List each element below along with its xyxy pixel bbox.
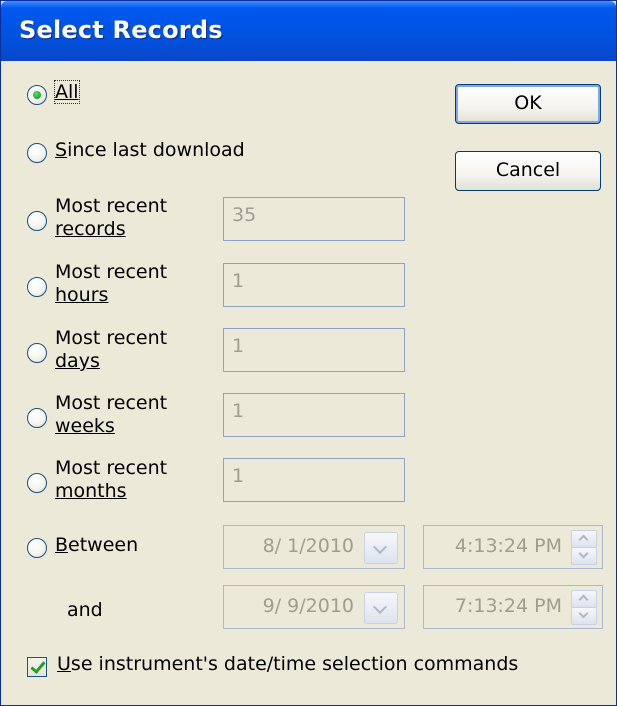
label-and: and	[67, 599, 103, 621]
start-time-picker[interactable]: 4:13:24 PM	[423, 525, 603, 569]
months-count-field[interactable]: 1	[223, 458, 405, 502]
ok-button[interactable]: OK	[455, 84, 601, 124]
label-use-rest: se instrument's date/time selection comm…	[70, 653, 519, 675]
label-most-recent-days[interactable]: Most recent days	[55, 327, 167, 373]
label-days-line1: Most recent	[55, 327, 168, 349]
label-hours-line2: hours	[55, 284, 109, 306]
start-date-value: 8/ 1/2010	[262, 535, 354, 557]
use-instrument-commands-checkbox[interactable]	[27, 657, 47, 677]
label-weeks-line1: Most recent	[55, 392, 168, 414]
radio-most-recent-days[interactable]	[27, 343, 47, 363]
title-bar[interactable]: Select Records	[1, 1, 616, 61]
end-date-value: 9/ 9/2010	[262, 595, 354, 617]
chevron-down-icon[interactable]	[364, 592, 398, 624]
label-weeks-line2: weeks	[55, 415, 115, 437]
label-use-instrument-commands[interactable]: Use instrument's date/time selection com…	[57, 653, 518, 675]
end-time-picker[interactable]: 7:13:24 PM	[423, 585, 603, 629]
days-count-field[interactable]: 1	[223, 328, 405, 372]
radio-most-recent-hours[interactable]	[27, 277, 47, 297]
spin-up-icon[interactable]	[571, 590, 597, 608]
spin-down-icon[interactable]	[571, 607, 597, 625]
label-between[interactable]: Between	[55, 534, 138, 556]
label-since-last-download[interactable]: Since last download	[55, 139, 245, 161]
radio-since-last-download[interactable]	[27, 143, 47, 163]
label-records-line1: Most recent	[55, 195, 168, 217]
label-between-accel: B	[55, 534, 69, 556]
label-most-recent-months[interactable]: Most recent months	[55, 457, 167, 503]
label-since-rest: ince last download	[67, 139, 245, 161]
label-months-line1: Most recent	[55, 457, 168, 479]
hours-count-field[interactable]: 1	[223, 263, 405, 307]
weeks-count-field[interactable]: 1	[223, 393, 405, 437]
label-use-accel: U	[57, 653, 71, 675]
label-most-recent-weeks[interactable]: Most recent weeks	[55, 392, 167, 438]
end-date-picker[interactable]: 9/ 9/2010	[223, 585, 405, 629]
select-records-dialog: Select Records All Since last download M…	[0, 0, 617, 706]
start-date-picker[interactable]: 8/ 1/2010	[223, 525, 405, 569]
radio-most-recent-weeks[interactable]	[27, 408, 47, 428]
label-most-recent-hours[interactable]: Most recent hours	[55, 261, 167, 307]
label-since-accel: S	[55, 139, 68, 161]
radio-all[interactable]	[27, 85, 47, 105]
end-time-value: 7:13:24 PM	[454, 595, 562, 617]
chevron-down-icon[interactable]	[364, 532, 398, 564]
spin-up-icon[interactable]	[571, 530, 597, 548]
end-time-spinner[interactable]	[571, 590, 597, 625]
start-time-value: 4:13:24 PM	[454, 535, 562, 557]
label-between-rest: etween	[68, 534, 139, 556]
start-time-spinner[interactable]	[571, 530, 597, 565]
label-records-line2: records	[55, 218, 126, 240]
label-months-line2: months	[55, 480, 127, 502]
radio-most-recent-records[interactable]	[27, 211, 47, 231]
radio-between[interactable]	[27, 538, 47, 558]
records-count-field[interactable]: 35	[223, 197, 405, 241]
label-hours-line1: Most recent	[55, 261, 168, 283]
radio-most-recent-months[interactable]	[27, 473, 47, 493]
label-days-line2: days	[55, 350, 100, 372]
label-most-recent-records[interactable]: Most recent records	[55, 195, 167, 241]
spin-down-icon[interactable]	[571, 547, 597, 565]
cancel-button[interactable]: Cancel	[455, 151, 601, 191]
window-title: Select Records	[19, 16, 223, 44]
label-all[interactable]: All	[54, 80, 80, 104]
